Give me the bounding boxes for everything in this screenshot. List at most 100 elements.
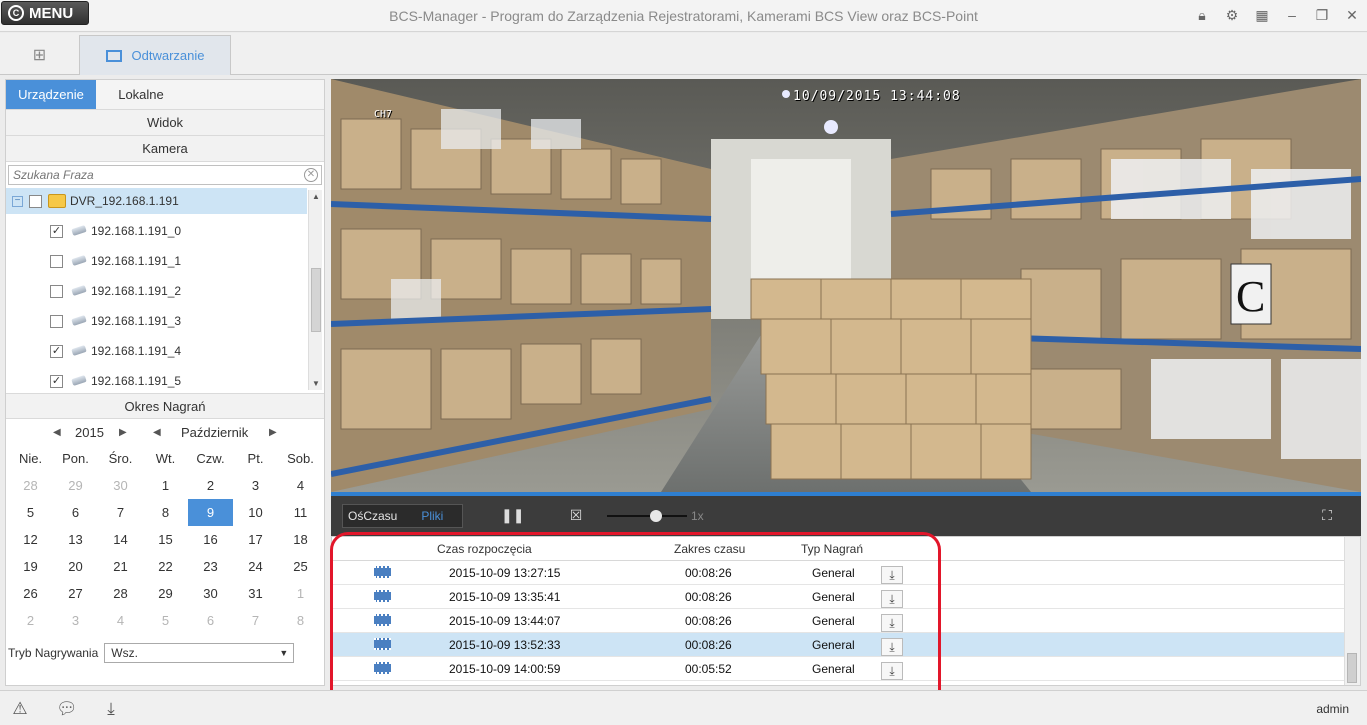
calendar-day[interactable]: 8 xyxy=(278,607,323,634)
calendar-day[interactable]: 4 xyxy=(98,607,143,634)
calendar-day[interactable]: 12 xyxy=(8,526,53,553)
user-settings-icon[interactable]: ⚙ xyxy=(1217,5,1247,25)
calendar-day[interactable]: 13 xyxy=(53,526,98,553)
search-input[interactable] xyxy=(9,166,321,184)
scrollbar-thumb[interactable] xyxy=(1347,653,1357,683)
next-month-icon[interactable]: ▶ xyxy=(269,427,277,438)
close-icon[interactable]: ✕ xyxy=(1337,5,1367,25)
pause-button[interactable]: ❚❚ xyxy=(501,506,524,524)
checkbox[interactable] xyxy=(50,254,63,268)
checkbox[interactable]: ✓ xyxy=(50,374,63,388)
lock-icon[interactable]: 🔒︎ xyxy=(1187,5,1217,25)
calendar-day[interactable]: 11 xyxy=(278,499,323,526)
scrollbar-thumb[interactable] xyxy=(311,268,321,332)
calendar-day[interactable]: 7 xyxy=(98,499,143,526)
camera-section-header[interactable]: Kamera xyxy=(6,136,324,162)
calendar-day[interactable]: 2 xyxy=(188,472,233,499)
calendar-day[interactable]: 14 xyxy=(98,526,143,553)
calendar-day[interactable]: 2 xyxy=(8,607,53,634)
calendar-day[interactable]: 30 xyxy=(98,472,143,499)
file-list-scrollbar[interactable] xyxy=(1344,537,1360,685)
download-file-button[interactable]: ⤓ xyxy=(881,614,903,632)
stop-button[interactable]: ☒ xyxy=(567,506,585,524)
record-mode-select[interactable]: Wsz. ▼ xyxy=(104,643,295,663)
calendar-day[interactable]: 5 xyxy=(143,607,188,634)
tree-scrollbar[interactable]: ▲ ▼ xyxy=(308,190,322,390)
calendar-day[interactable]: 6 xyxy=(53,499,98,526)
tree-node-channel[interactable]: ✓ 192.168.1.191_0 xyxy=(50,218,181,244)
tree-node-channel[interactable]: 192.168.1.191_3 xyxy=(50,308,181,334)
calendar-day[interactable]: 20 xyxy=(53,553,98,580)
calendar-day[interactable]: 15 xyxy=(143,526,188,553)
next-year-icon[interactable]: ▶ xyxy=(119,427,127,438)
calendar-day[interactable]: 1 xyxy=(278,580,323,607)
download-icon[interactable]: ⤓ xyxy=(101,699,121,719)
download-file-button[interactable]: ⤓ xyxy=(881,590,903,608)
calendar-day[interactable]: 17 xyxy=(233,526,278,553)
file-row[interactable]: 2015-10-09 13:52:33 00:08:26 General ⤓ xyxy=(332,633,1360,657)
warning-icon[interactable]: ⚠ xyxy=(10,699,30,719)
calendar-day[interactable]: 29 xyxy=(143,580,188,607)
prev-month-icon[interactable]: ◀ xyxy=(153,427,161,438)
calendar-day[interactable]: 5 xyxy=(8,499,53,526)
tab-files[interactable]: Pliki xyxy=(402,505,463,527)
calendar-day[interactable]: 10 xyxy=(233,499,278,526)
calendar-day[interactable]: 28 xyxy=(98,580,143,607)
calendar-day[interactable]: 18 xyxy=(278,526,323,553)
calendar-day[interactable]: 27 xyxy=(53,580,98,607)
calendar-day[interactable]: 23 xyxy=(188,553,233,580)
calendar-day[interactable]: 16 xyxy=(188,526,233,553)
calendar-day[interactable]: 19 xyxy=(8,553,53,580)
checkbox[interactable] xyxy=(29,194,42,208)
chat-icon[interactable]: 💬︎ xyxy=(56,699,78,719)
file-row[interactable]: 2015-10-09 13:44:07 00:08:26 General ⤓ xyxy=(332,609,1360,633)
speed-slider-handle[interactable] xyxy=(650,510,662,522)
calendar-day[interactable]: 7 xyxy=(233,607,278,634)
calendar-day[interactable]: 30 xyxy=(188,580,233,607)
restore-icon[interactable]: ❐ xyxy=(1307,5,1337,25)
download-file-button[interactable]: ⤓ xyxy=(881,638,903,656)
view-section-header[interactable]: Widok xyxy=(6,110,324,136)
tree-node-dvr[interactable]: − DVR_192.168.1.191 xyxy=(6,188,307,214)
minimize-icon[interactable]: – xyxy=(1277,5,1307,25)
file-row[interactable]: 2015-10-09 13:35:41 00:08:26 General ⤓ xyxy=(332,585,1360,609)
fullscreen-button[interactable]: ⛶ xyxy=(1318,506,1336,524)
tree-node-channel[interactable]: 192.168.1.191_2 xyxy=(50,278,181,304)
calendar-day[interactable]: 25 xyxy=(278,553,323,580)
scroll-down-icon[interactable]: ▼ xyxy=(312,379,320,388)
collapse-icon[interactable]: − xyxy=(12,195,23,207)
calendar-day[interactable]: 6 xyxy=(188,607,233,634)
calendar-day[interactable]: 3 xyxy=(53,607,98,634)
calendar-day[interactable]: 26 xyxy=(8,580,53,607)
calendar-day[interactable]: 9 xyxy=(188,499,233,526)
scroll-up-icon[interactable]: ▲ xyxy=(312,192,320,201)
download-file-button[interactable]: ⤓ xyxy=(881,566,903,584)
calendar-day[interactable]: 4 xyxy=(278,472,323,499)
tree-node-channel[interactable]: ✓ 192.168.1.191_5 xyxy=(50,368,181,393)
calendar-day[interactable]: 1 xyxy=(143,472,188,499)
file-row[interactable]: 2015-10-09 13:27:15 00:08:26 General ⤓ xyxy=(332,561,1360,585)
tree-node-channel[interactable]: 192.168.1.191_1 xyxy=(50,248,181,274)
tab-timeline[interactable]: OśCzasu xyxy=(343,505,403,527)
calendar-day[interactable]: 31 xyxy=(233,580,278,607)
checkbox[interactable]: ✓ xyxy=(50,224,63,238)
calendar-day[interactable]: 29 xyxy=(53,472,98,499)
tab-local[interactable]: Lokalne xyxy=(96,80,186,109)
clear-search-icon[interactable]: ✕ xyxy=(304,168,318,182)
calendar-day[interactable]: 3 xyxy=(233,472,278,499)
checkbox[interactable]: ✓ xyxy=(50,344,63,358)
calendar-day[interactable]: 22 xyxy=(143,553,188,580)
tab-playback[interactable]: Odtwarzanie xyxy=(79,35,231,75)
home-grid-tab[interactable]: ⊞ xyxy=(1,35,78,75)
tab-device[interactable]: Urządzenie xyxy=(6,80,96,109)
file-row[interactable]: 2015-10-09 14:00:59 00:05:52 General ⤓ xyxy=(332,657,1360,681)
checkbox[interactable] xyxy=(50,284,63,298)
prev-year-icon[interactable]: ◀ xyxy=(53,427,61,438)
calendar-day[interactable]: 28 xyxy=(8,472,53,499)
video-player[interactable]: C 10/09/2015 13:44:08 CH7 xyxy=(331,79,1361,492)
calendar-day[interactable]: 8 xyxy=(143,499,188,526)
speed-slider-track[interactable] xyxy=(607,515,687,517)
checkbox[interactable] xyxy=(50,314,63,328)
download-file-button[interactable]: ⤓ xyxy=(881,662,903,680)
tree-node-channel[interactable]: ✓ 192.168.1.191_4 xyxy=(50,338,181,364)
